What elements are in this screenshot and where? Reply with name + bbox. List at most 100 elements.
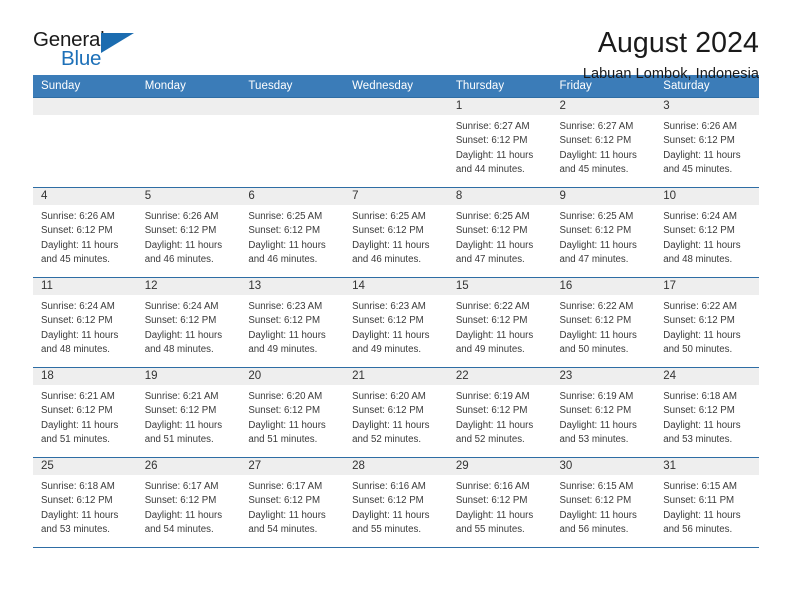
sunrise-text: Sunrise: 6:22 AM <box>663 301 737 312</box>
daylight-text-line2: and 49 minutes. <box>248 343 318 355</box>
calendar-day-cell[interactable]: 30 Sunrise: 6:15 AM Sunset: 6:12 PM Dayligh… <box>551 457 656 548</box>
day-number: 12 <box>136 278 241 295</box>
calendar-day-cell[interactable]: 18 Sunrise: 6:21 AM Sunset: 6:12 PM Dayligh… <box>33 367 137 458</box>
calendar-day-cell[interactable]: 31 Sunrise: 6:15 AM Sunset: 6:11 PM Dayligh… <box>655 457 759 548</box>
daylight-text-line2: and 54 minutes. <box>248 523 318 535</box>
day-cell-inner: 7 Sunrise: 6:25 AM Sunset: 6:12 PM Daylight… <box>344 188 448 277</box>
daylight-text-line2: and 46 minutes. <box>248 253 318 265</box>
calendar-day-cell[interactable]: 16 Sunrise: 6:22 AM Sunset: 6:12 PM Dayligh… <box>551 277 656 368</box>
day-cell-details <box>344 115 448 120</box>
daylight-text-line2: and 53 minutes. <box>41 523 110 535</box>
calendar-day-cell[interactable]: 22 Sunrise: 6:19 AM Sunset: 6:12 PM Dayligh… <box>447 367 552 458</box>
daylight-text-line1: Daylight: 11 hours <box>663 509 741 521</box>
day-cell-details <box>137 115 241 120</box>
sunset-text: Sunset: 6:12 PM <box>352 495 424 507</box>
calendar-day-cell[interactable]: 24 Sunrise: 6:18 AM Sunset: 6:12 PM Dayligh… <box>655 367 759 458</box>
daylight-text-line1: Daylight: 11 hours <box>559 149 637 161</box>
sunrise-text: Sunrise: 6:15 AM <box>663 481 737 492</box>
day-cell-details: Sunrise: 6:25 AM Sunset: 6:12 PM Daylight:… <box>448 205 552 267</box>
calendar-day-cell[interactable]: 19 Sunrise: 6:21 AM Sunset: 6:12 PM Dayligh… <box>136 367 241 458</box>
sunrise-text: Sunrise: 6:22 AM <box>455 301 530 312</box>
daylight-text-line2: and 46 minutes. <box>144 253 214 265</box>
calendar-day-cell[interactable]: 28 Sunrise: 6:16 AM Sunset: 6:12 PM Dayligh… <box>344 457 448 548</box>
daylight-text-line2: and 52 minutes. <box>455 433 525 445</box>
day-number: 4 <box>33 188 137 205</box>
calendar-day-cell-empty <box>344 97 448 188</box>
calendar-day-cell[interactable]: 26 Sunrise: 6:17 AM Sunset: 6:12 PM Dayligh… <box>136 457 241 548</box>
day-cell-details: Sunrise: 6:22 AM Sunset: 6:12 PM Daylight:… <box>552 295 656 357</box>
sunrise-text: Sunrise: 6:27 AM <box>559 121 634 132</box>
daylight-text-line1: Daylight: 11 hours <box>144 509 223 521</box>
day-cell-inner: 13 Sunrise: 6:23 AM Sunset: 6:12 PM Dayligh… <box>240 278 345 367</box>
calendar-day-cell[interactable]: 20 Sunrise: 6:20 AM Sunset: 6:12 PM Dayligh… <box>240 367 345 458</box>
day-number: 20 <box>240 368 345 385</box>
daylight-text-line2: and 56 minutes. <box>559 523 629 535</box>
daylight-text-line2: and 53 minutes. <box>559 433 629 445</box>
day-cell-inner: 22 Sunrise: 6:19 AM Sunset: 6:12 PM Dayligh… <box>447 368 552 457</box>
calendar-day-cell[interactable]: 14 Sunrise: 6:23 AM Sunset: 6:12 PM Dayligh… <box>344 277 448 368</box>
day-cell-details: Sunrise: 6:15 AM Sunset: 6:12 PM Daylight:… <box>552 475 656 537</box>
calendar-day-cell[interactable]: 7 Sunrise: 6:25 AM Sunset: 6:12 PM Daylight… <box>344 187 448 278</box>
calendar-day-cell[interactable]: 23 Sunrise: 6:19 AM Sunset: 6:12 PM Dayligh… <box>551 367 656 458</box>
calendar-day-cell[interactable]: 11 Sunrise: 6:24 AM Sunset: 6:12 PM Dayligh… <box>33 277 137 368</box>
calendar-day-cell[interactable]: 27 Sunrise: 6:17 AM Sunset: 6:12 PM Dayligh… <box>240 457 345 548</box>
day-cell-inner: 19 Sunrise: 6:21 AM Sunset: 6:12 PM Dayligh… <box>136 368 241 457</box>
day-cell-inner: 27 Sunrise: 6:17 AM Sunset: 6:12 PM Dayligh… <box>240 458 345 547</box>
calendar-day-cell[interactable]: 3 Sunrise: 6:26 AM Sunset: 6:12 PM Daylight… <box>655 97 759 188</box>
calendar-day-cell[interactable]: 8 Sunrise: 6:25 AM Sunset: 6:12 PM Daylight… <box>447 187 552 278</box>
sunset-text: Sunset: 6:12 PM <box>41 315 113 327</box>
calendar-day-cell[interactable]: 13 Sunrise: 6:23 AM Sunset: 6:12 PM Dayligh… <box>240 277 345 368</box>
day-cell-details: Sunrise: 6:26 AM Sunset: 6:12 PM Daylight:… <box>137 205 241 267</box>
daylight-text-line2: and 55 minutes. <box>455 523 525 535</box>
daylight-text-line1: Daylight: 11 hours <box>248 509 326 521</box>
day-cell-details: Sunrise: 6:25 AM Sunset: 6:12 PM Daylight:… <box>344 205 448 267</box>
calendar-day-cell[interactable]: 12 Sunrise: 6:24 AM Sunset: 6:12 PM Dayligh… <box>136 277 241 368</box>
day-number <box>240 98 345 115</box>
calendar-day-cell[interactable]: 1 Sunrise: 6:27 AM Sunset: 6:12 PM Daylight… <box>447 97 552 188</box>
calendar-day-cell[interactable]: 10 Sunrise: 6:24 AM Sunset: 6:12 PM Dayligh… <box>655 187 759 278</box>
day-cell-inner: 21 Sunrise: 6:20 AM Sunset: 6:12 PM Dayligh… <box>344 368 448 457</box>
calendar-page: General Blue August 2024 Labuan Lombok, … <box>0 0 792 612</box>
daylight-text-line1: Daylight: 11 hours <box>352 509 430 521</box>
weekday-header-monday: Monday <box>136 75 241 98</box>
day-number: 16 <box>551 278 656 295</box>
general-blue-logo[interactable]: General Blue <box>33 28 137 75</box>
sunset-text: Sunset: 6:12 PM <box>455 225 528 237</box>
daylight-text-line1: Daylight: 11 hours <box>352 329 430 341</box>
calendar-week-row: 25 Sunrise: 6:18 AM Sunset: 6:12 PM Dayligh… <box>33 457 759 548</box>
day-number <box>136 98 241 115</box>
calendar-day-cell[interactable]: 5 Sunrise: 6:26 AM Sunset: 6:12 PM Daylight… <box>136 187 241 278</box>
calendar-day-cell[interactable]: 2 Sunrise: 6:27 AM Sunset: 6:12 PM Daylight… <box>551 97 656 188</box>
day-cell-inner: 17 Sunrise: 6:22 AM Sunset: 6:12 PM Dayligh… <box>655 278 759 367</box>
day-cell-details: Sunrise: 6:19 AM Sunset: 6:12 PM Daylight:… <box>448 385 552 447</box>
sunrise-text: Sunrise: 6:20 AM <box>248 391 323 402</box>
calendar-day-cell[interactable]: 9 Sunrise: 6:25 AM Sunset: 6:12 PM Daylight… <box>551 187 656 278</box>
calendar-day-cell[interactable]: 21 Sunrise: 6:20 AM Sunset: 6:12 PM Dayligh… <box>344 367 448 458</box>
calendar-day-cell[interactable]: 25 Sunrise: 6:18 AM Sunset: 6:12 PM Dayligh… <box>33 457 137 548</box>
daylight-text-line1: Daylight: 11 hours <box>248 239 326 251</box>
sunrise-text: Sunrise: 6:23 AM <box>352 301 426 312</box>
day-cell-inner: 16 Sunrise: 6:22 AM Sunset: 6:12 PM Dayligh… <box>551 278 656 367</box>
calendar-day-cell[interactable]: 4 Sunrise: 6:26 AM Sunset: 6:12 PM Daylight… <box>33 187 137 278</box>
daylight-text-line2: and 44 minutes. <box>455 163 525 175</box>
calendar-day-cell[interactable]: 29 Sunrise: 6:16 AM Sunset: 6:12 PM Dayligh… <box>447 457 552 548</box>
sunset-text: Sunset: 6:12 PM <box>144 405 217 417</box>
sunset-text: Sunset: 6:12 PM <box>559 495 632 507</box>
day-number: 14 <box>344 278 448 295</box>
sunrise-text: Sunrise: 6:23 AM <box>248 301 323 312</box>
day-cell-inner: 11 Sunrise: 6:24 AM Sunset: 6:12 PM Dayligh… <box>33 278 137 367</box>
calendar-day-cell[interactable]: 17 Sunrise: 6:22 AM Sunset: 6:12 PM Dayligh… <box>655 277 759 368</box>
daylight-text-line1: Daylight: 11 hours <box>41 239 119 251</box>
sunset-text: Sunset: 6:12 PM <box>352 225 424 237</box>
calendar-day-cell[interactable]: 15 Sunrise: 6:22 AM Sunset: 6:12 PM Dayligh… <box>447 277 552 368</box>
day-cell-details: Sunrise: 6:26 AM Sunset: 6:12 PM Daylight:… <box>655 115 759 177</box>
sunrise-text: Sunrise: 6:25 AM <box>455 211 530 222</box>
daylight-text-line2: and 46 minutes. <box>352 253 422 265</box>
calendar-day-cell[interactable]: 6 Sunrise: 6:25 AM Sunset: 6:12 PM Daylight… <box>240 187 345 278</box>
day-cell-inner <box>33 98 137 187</box>
sunset-text: Sunset: 6:12 PM <box>248 405 321 417</box>
sunset-text: Sunset: 6:12 PM <box>663 315 735 327</box>
day-cell-details: Sunrise: 6:17 AM Sunset: 6:12 PM Daylight:… <box>240 475 344 537</box>
day-cell-inner: 6 Sunrise: 6:25 AM Sunset: 6:12 PM Daylight… <box>240 188 345 277</box>
day-number <box>33 98 137 115</box>
